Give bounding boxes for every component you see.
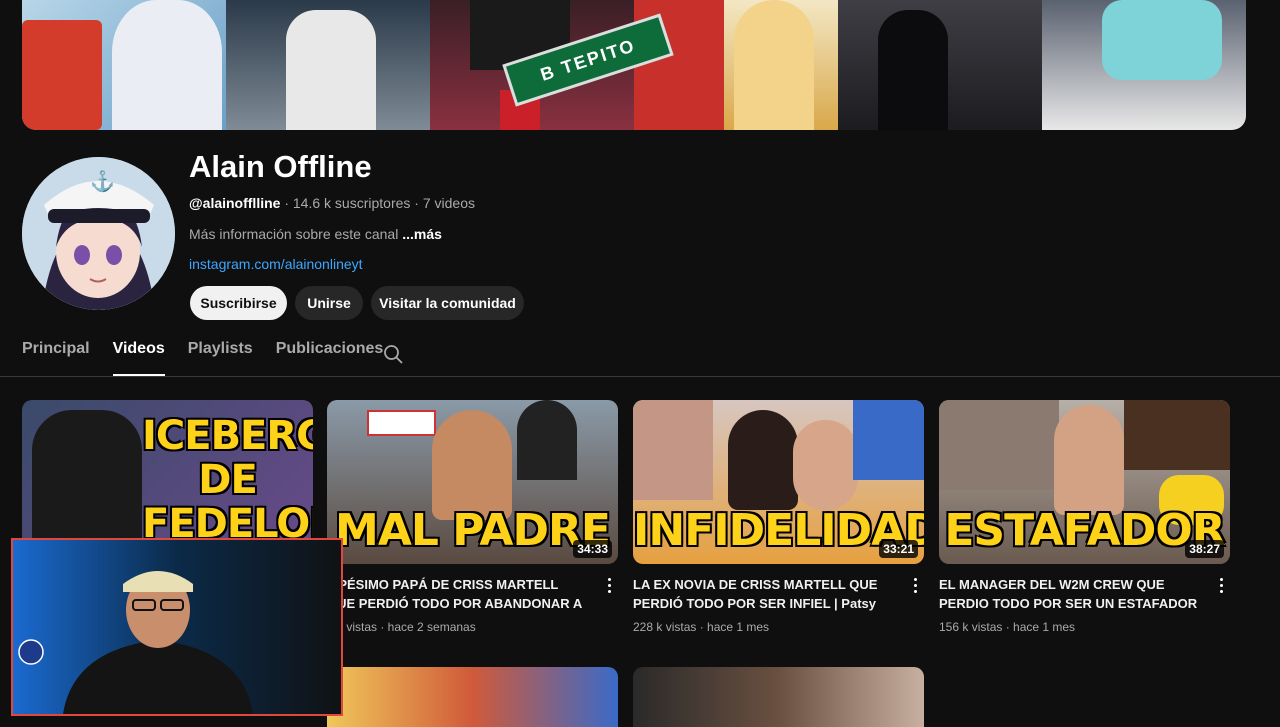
channel-meta: @alainofflline · 14.6 k suscriptores · 7… [189,195,475,211]
channel-name: Alain Offline [189,149,372,184]
banner-segment [1042,0,1246,130]
join-button[interactable]: Unirse [295,286,363,320]
channel-handle: @alainofflline [189,195,281,211]
channel-link[interactable]: instagram.com/alainonlineyt [189,256,363,272]
banner-segment [838,0,1042,130]
subscriber-count: 14.6 k suscriptores [292,195,411,211]
video-thumbnail[interactable]: ESTAFADOR 38:27 [939,400,1230,564]
meta-separator: · [284,195,293,211]
search-icon[interactable] [383,344,403,364]
tabs-divider [0,376,1280,377]
streamer-webcam-overlay [11,538,343,716]
video-duration: 38:27 [1185,540,1224,558]
webcam-feed [13,540,341,714]
video-meta: 156 k vistas · hace 1 mes [939,620,1076,634]
video-title[interactable]: LA EX NOVIA DE CRISS MARTELL QUE PERDIÓ … [633,575,895,613]
video-card[interactable]: INFIDELIDAD 33:21 LA EX NOVIA DE CRISS M… [633,400,924,634]
anchor-icon: ⚓ [90,171,115,193]
kebab-menu-icon[interactable] [1220,578,1224,594]
video-duration: 33:21 [879,540,918,558]
video-card[interactable]: ESTAFADOR 38:27 EL MANAGER DEL W2M CREW … [939,400,1230,634]
video-meta: 228 k vistas · hace 1 mes [633,620,770,634]
description-text: Más información sobre este canal [189,226,399,242]
video-card[interactable]: MAL PADRE 34:33 L PÉSIMO PAPÁ DE CRISS M… [327,400,618,634]
tab-playlists[interactable]: Playlists [188,340,253,376]
video-thumbnail[interactable]: MAL PADRE 34:33 [327,400,618,564]
channel-description[interactable]: Más información sobre este canal ...más [189,226,442,242]
video-title[interactable]: L PÉSIMO PAPÁ DE CRISS MARTELL QUE PERDI… [327,575,589,613]
subscribe-button[interactable]: Suscribirse [190,286,287,320]
video-title[interactable]: EL MANAGER DEL W2M CREW QUE PERDIO TODO … [939,575,1201,613]
video-meta: 1 k vistas · hace 2 semanas [327,620,476,634]
tab-videos[interactable]: Videos [112,340,165,376]
kebab-menu-icon[interactable] [914,578,918,594]
banner-segment [22,0,226,130]
channel-tabs: Principal Videos Playlists Publicaciones [22,340,406,376]
kebab-menu-icon[interactable] [608,578,612,594]
video-thumbnail[interactable] [327,667,618,727]
tab-principal[interactable]: Principal [22,340,90,376]
banner-segment [226,0,430,130]
meta-separator: · [414,195,423,211]
banner-segment [634,0,838,130]
channel-avatar[interactable]: ⚓ [22,157,175,310]
video-duration: 34:33 [573,540,612,558]
tab-publicaciones[interactable]: Publicaciones [276,340,384,376]
more-link[interactable]: ...más [402,226,442,242]
community-button[interactable]: Visitar la comunidad [371,286,524,320]
video-thumbnail[interactable] [633,667,924,727]
thumbnail-text: ICEBERG DE FEDELOBO [142,413,313,547]
video-count: 7 videos [422,195,475,211]
video-thumbnail[interactable]: INFIDELIDAD 33:21 [633,400,924,564]
